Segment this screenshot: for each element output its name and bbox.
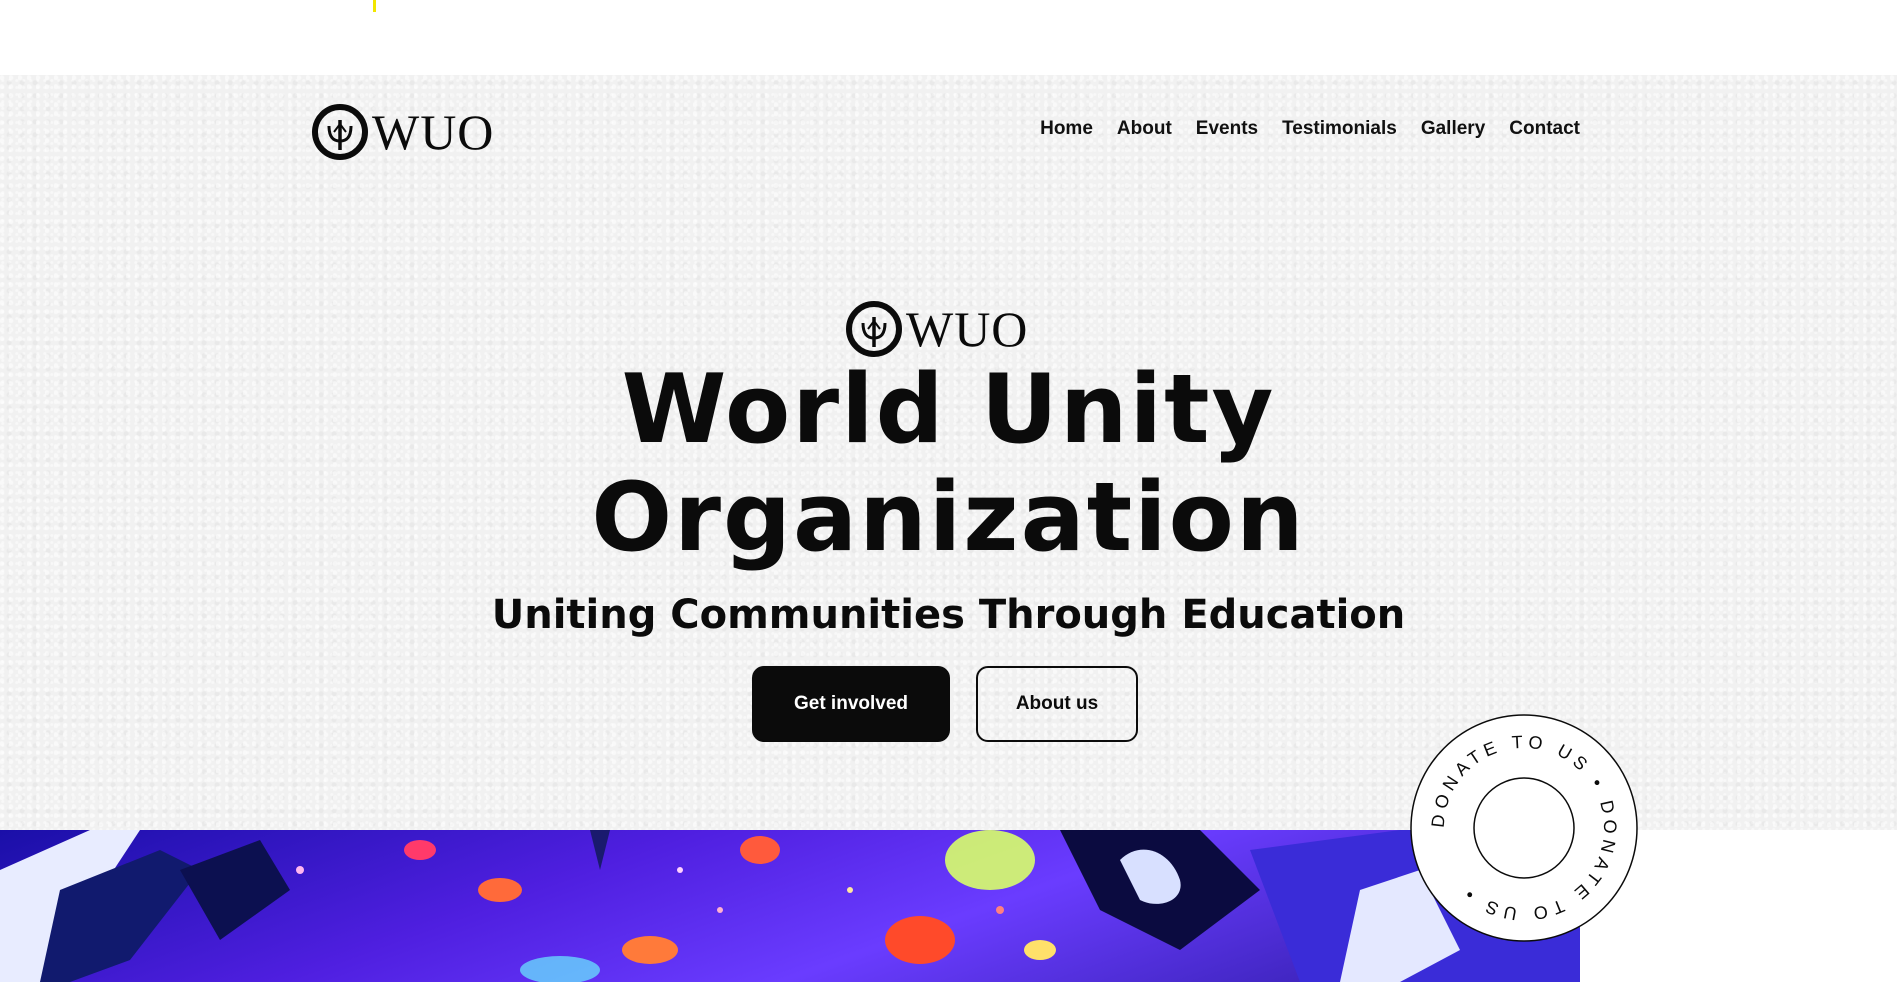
- donate-circle-icon: DONATE TO US • DONATE TO US •: [1410, 714, 1638, 942]
- top-strip: [0, 0, 1897, 75]
- nav-home[interactable]: Home: [1040, 118, 1093, 140]
- logo-wordmark: WUO: [372, 104, 495, 160]
- main-nav: Home About Events Testimonials Gallery C…: [1040, 118, 1580, 140]
- nav-gallery[interactable]: Gallery: [1421, 118, 1485, 140]
- hero-title: World Unity Organization: [0, 356, 1897, 572]
- trident-circle-icon: [846, 301, 902, 357]
- donate-badge[interactable]: DONATE TO US • DONATE TO US •: [1408, 712, 1640, 944]
- gallery-image: [0, 830, 1580, 982]
- text-cursor-marker: [373, 0, 376, 12]
- header-logo[interactable]: WUO: [312, 104, 494, 160]
- hero-logo: WUO: [846, 301, 1028, 357]
- nav-about[interactable]: About: [1117, 118, 1172, 140]
- get-involved-button[interactable]: Get involved: [752, 666, 950, 742]
- hero-subtitle: Uniting Communities Through Education: [491, 592, 1406, 638]
- neon-mural-image: [0, 830, 1580, 982]
- trident-circle-icon: [312, 104, 368, 160]
- nav-contact[interactable]: Contact: [1509, 118, 1580, 140]
- about-us-button[interactable]: About us: [976, 666, 1138, 742]
- hero-title-line-2: Organization: [591, 463, 1306, 573]
- logo-wordmark: WUO: [906, 301, 1029, 357]
- nav-events[interactable]: Events: [1196, 118, 1258, 140]
- hero-title-line-1: World Unity: [621, 355, 1276, 465]
- nav-testimonials[interactable]: Testimonials: [1282, 118, 1397, 140]
- hero-actions: Get involved About us: [752, 666, 1138, 742]
